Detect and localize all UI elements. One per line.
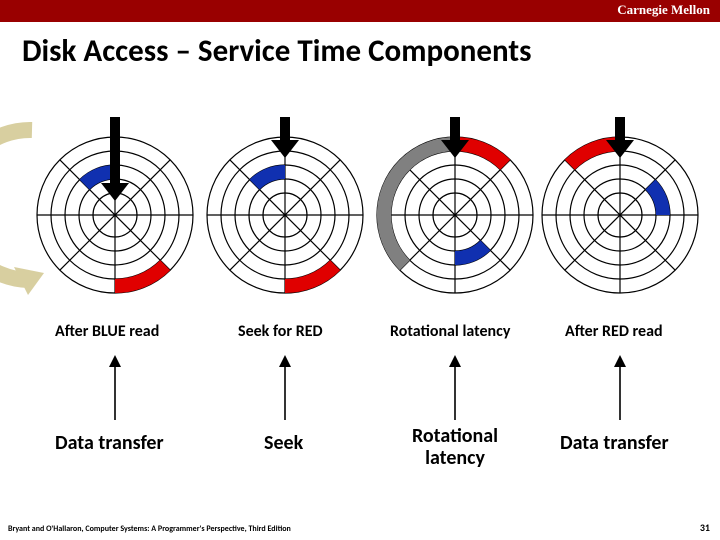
disk-diagram — [0, 95, 720, 325]
up-arrow-3 — [448, 355, 462, 420]
disk-1-after-blue-read — [37, 117, 193, 293]
bottom-1: Data transfer — [55, 431, 164, 455]
slide-title: Disk Access – Service Time Components — [22, 32, 720, 70]
bottom-4: Data transfer — [560, 431, 669, 455]
footer-citation: Bryant and O'Hallaron, Computer Systems:… — [8, 524, 291, 534]
up-arrow-2 — [278, 355, 292, 420]
disk-2-seek-for-red — [207, 117, 363, 293]
brand-label: Carnegie Mellon — [617, 2, 710, 18]
up-arrow-1 — [108, 355, 122, 420]
label-1: After BLUE read — [55, 322, 159, 341]
header-bar: Carnegie Mellon — [0, 0, 720, 22]
up-arrow-4 — [613, 355, 627, 420]
label-3: Rotational latency — [390, 322, 510, 341]
bottom-3: Rotational latency — [412, 425, 498, 469]
label-4: After RED read — [565, 322, 663, 341]
label-2: Seek for RED — [238, 322, 323, 341]
disk-4-after-red-read — [542, 117, 698, 293]
page-number: 31 — [700, 521, 710, 534]
disk-3-rotational-latency — [377, 117, 533, 293]
diagram-labels: After BLUE read Seek for RED Rotational … — [0, 322, 720, 352]
bottom-2: Seek — [264, 431, 303, 455]
bottom-labels: Data transfer Seek Rotational latency Da… — [0, 425, 720, 475]
